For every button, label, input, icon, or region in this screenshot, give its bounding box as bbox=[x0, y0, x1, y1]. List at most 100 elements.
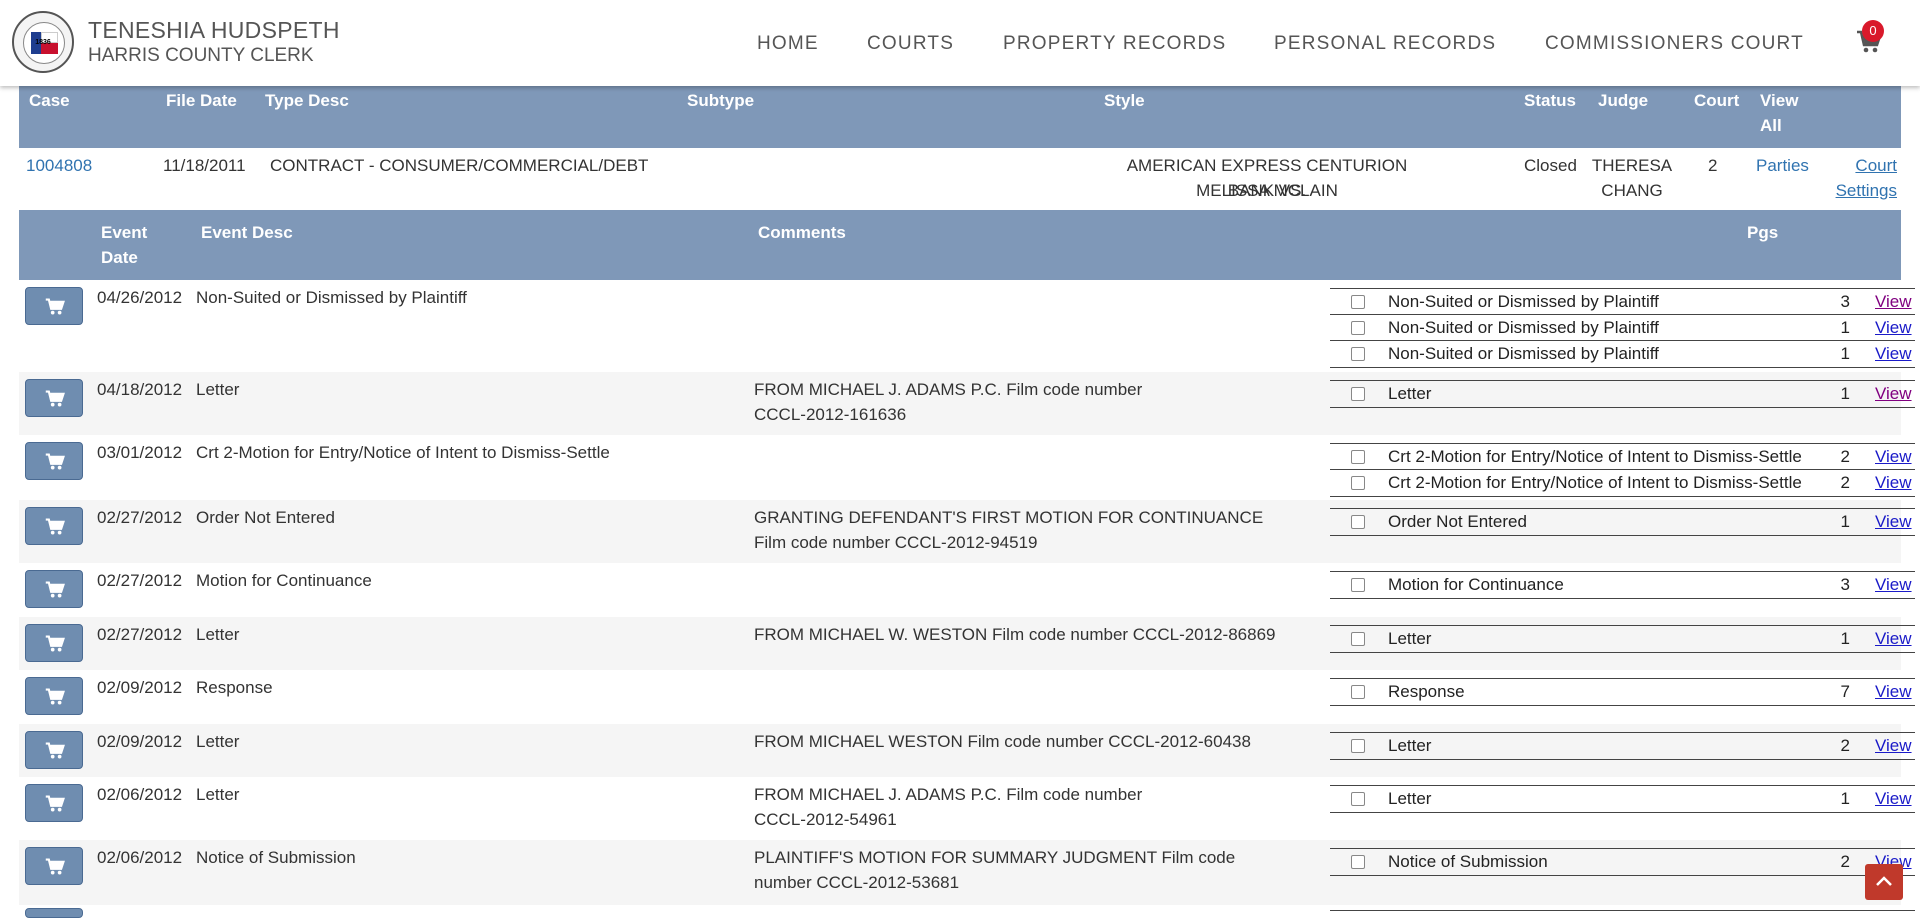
scroll-to-top-button[interactable] bbox=[1865, 864, 1903, 900]
event-date: 02/09/2012 bbox=[97, 732, 183, 751]
event-date: 02/06/2012 bbox=[97, 848, 183, 867]
view-document-link[interactable]: View bbox=[1875, 473, 1912, 493]
document-pages: 3 bbox=[1840, 575, 1850, 594]
document-line: Notice of Submission 2 View bbox=[1330, 848, 1915, 876]
view-document-link[interactable]: View bbox=[1875, 447, 1912, 467]
table-row: 04/26/2012 Non-Suited or Dismissed by Pla… bbox=[19, 280, 1915, 372]
add-to-cart-button[interactable] bbox=[25, 677, 83, 715]
event-comment-line1: FROM MICHAEL J. ADAMS P.C. Film code num… bbox=[754, 380, 1143, 399]
document-select-checkbox[interactable] bbox=[1351, 739, 1365, 753]
nav-personal-records[interactable]: PERSONAL RECORDS bbox=[1274, 33, 1496, 55]
court-settings-link-line2[interactable]: Settings bbox=[1831, 178, 1897, 203]
nav-home[interactable]: HOME bbox=[757, 33, 819, 55]
col-view-all-line1: View bbox=[1760, 91, 1799, 110]
add-to-cart-button[interactable] bbox=[25, 847, 83, 885]
document-name: Non-Suited or Dismissed by Plaintiff bbox=[1388, 318, 1659, 337]
document-select-checkbox[interactable] bbox=[1351, 347, 1365, 361]
document-line: Letter 1 View bbox=[1330, 785, 1915, 813]
nav-commissioners-court[interactable]: COMMISSIONERS COURT bbox=[1545, 33, 1804, 55]
document-select-checkbox[interactable] bbox=[1351, 792, 1365, 806]
document-pages: 1 bbox=[1840, 789, 1850, 808]
document-pages: 2 bbox=[1840, 852, 1850, 871]
table-row: 02/06/2012 Notice of Submission PLAINTIFF'… bbox=[19, 840, 1915, 905]
event-comment-line2: Film code number CCCL-2012-94519 bbox=[754, 533, 1038, 552]
col-event-date-line1: Event bbox=[101, 223, 148, 242]
col-status: Status bbox=[1524, 91, 1576, 110]
event-desc: Motion for Continuance bbox=[196, 571, 372, 590]
add-to-cart-button[interactable] bbox=[25, 784, 83, 822]
document-select-checkbox[interactable] bbox=[1351, 578, 1365, 592]
document-name: Motion for Continuance bbox=[1388, 575, 1564, 594]
document-select-checkbox[interactable] bbox=[1351, 632, 1365, 646]
document-pages: 1 bbox=[1840, 344, 1850, 363]
document-select-checkbox[interactable] bbox=[1351, 295, 1365, 309]
document-line: Order Not Entered 1 View bbox=[1330, 508, 1915, 536]
view-document-link[interactable]: View bbox=[1875, 344, 1912, 364]
event-comment-line1: FROM MICHAEL J. ADAMS P.C. Film code num… bbox=[754, 785, 1143, 804]
view-document-link[interactable]: View bbox=[1875, 292, 1912, 312]
col-pgs: Pgs bbox=[1747, 223, 1779, 242]
document-select-checkbox[interactable] bbox=[1351, 685, 1365, 699]
case-table-header: Case File Date Type Desc Subtype Style S… bbox=[19, 86, 1901, 148]
document-line-partial bbox=[1330, 910, 1915, 914]
document-select-checkbox[interactable] bbox=[1351, 855, 1365, 869]
document-select-checkbox[interactable] bbox=[1351, 387, 1365, 401]
event-comment-line1: GRANTING DEFENDANT'S FIRST MOTION FOR CO… bbox=[754, 508, 1264, 527]
view-document-link[interactable]: View bbox=[1875, 575, 1912, 595]
col-comments: Comments bbox=[758, 223, 846, 242]
col-case: Case bbox=[29, 91, 70, 110]
court-settings-link-line1[interactable]: Court bbox=[1831, 153, 1897, 178]
document-select-checkbox[interactable] bbox=[1351, 321, 1365, 335]
events-table-header: Event Date Event Desc Comments Pgs bbox=[19, 210, 1901, 280]
add-to-cart-button[interactable] bbox=[25, 624, 83, 662]
add-to-cart-button[interactable] bbox=[25, 442, 83, 480]
case-style-line2: MELISSA MCLAIN bbox=[1196, 181, 1338, 200]
document-name: Order Not Entered bbox=[1388, 512, 1527, 531]
add-to-cart-button[interactable] bbox=[25, 379, 83, 417]
view-document-link[interactable]: View bbox=[1875, 789, 1912, 809]
add-to-cart-button[interactable] bbox=[25, 731, 83, 769]
view-document-link[interactable]: View bbox=[1875, 736, 1912, 756]
document-select-checkbox[interactable] bbox=[1351, 450, 1365, 464]
case-type-desc: CONTRACT - CONSUMER/COMMERCIAL/DEBT bbox=[270, 156, 649, 175]
add-to-cart-button[interactable] bbox=[25, 570, 83, 608]
document-name: Letter bbox=[1388, 384, 1432, 403]
event-desc: Notice of Submission bbox=[196, 848, 356, 867]
nav-courts[interactable]: COURTS bbox=[867, 33, 954, 55]
event-date: 02/09/2012 bbox=[97, 678, 183, 697]
add-to-cart-button[interactable] bbox=[25, 287, 83, 325]
document-pages: 1 bbox=[1840, 318, 1850, 337]
event-comment-line1: FROM MICHAEL W. WESTON Film code number … bbox=[754, 625, 1276, 644]
table-row: 02/27/2012 Motion for Continuance Motion f… bbox=[19, 563, 1915, 617]
add-to-cart-button[interactable] bbox=[25, 908, 83, 918]
table-row: 04/18/2012 Letter FROM MICHAEL J. ADAMS P.… bbox=[19, 372, 1915, 435]
case-number-link[interactable]: 1004808 bbox=[26, 153, 92, 178]
document-line: Response 7 View bbox=[1330, 678, 1915, 706]
cart-count-badge: 0 bbox=[1862, 20, 1884, 42]
view-document-link[interactable]: View bbox=[1875, 512, 1912, 532]
nav-property-records[interactable]: PROPERTY RECORDS bbox=[1003, 33, 1226, 55]
document-select-checkbox[interactable] bbox=[1351, 476, 1365, 490]
table-row: 03/01/2012 Crt 2-Motion for Entry/Notice … bbox=[19, 435, 1915, 500]
case-judge-line2: CHANG bbox=[1601, 181, 1663, 200]
event-comment-line2: number CCCL-2012-53681 bbox=[754, 873, 960, 892]
view-document-link[interactable]: View bbox=[1875, 384, 1912, 404]
case-judge-line1: THERESA bbox=[1591, 156, 1673, 175]
view-document-link[interactable]: View bbox=[1875, 629, 1912, 649]
view-document-link[interactable]: View bbox=[1875, 682, 1912, 702]
event-desc: Non-Suited or Dismissed by Plaintiff bbox=[196, 288, 467, 307]
col-type-desc: Type Desc bbox=[265, 91, 349, 110]
table-row-partial bbox=[19, 905, 1915, 918]
county-clerk-seal-logo[interactable]: 1836 bbox=[12, 11, 74, 73]
view-document-link[interactable]: View bbox=[1875, 318, 1912, 338]
event-comment-line1: PLAINTIFF'S MOTION FOR SUMMARY JUDGMENT … bbox=[754, 848, 1236, 867]
event-desc: Letter bbox=[196, 732, 240, 751]
document-select-checkbox[interactable] bbox=[1351, 515, 1365, 529]
document-pages: 1 bbox=[1840, 512, 1850, 531]
document-line: Motion for Continuance 3 View bbox=[1330, 571, 1915, 599]
document-name: Letter bbox=[1388, 789, 1432, 808]
event-desc: Letter bbox=[196, 785, 240, 804]
add-to-cart-button[interactable] bbox=[25, 507, 83, 545]
col-court: Court bbox=[1694, 91, 1740, 110]
parties-link[interactable]: Parties bbox=[1756, 153, 1809, 178]
